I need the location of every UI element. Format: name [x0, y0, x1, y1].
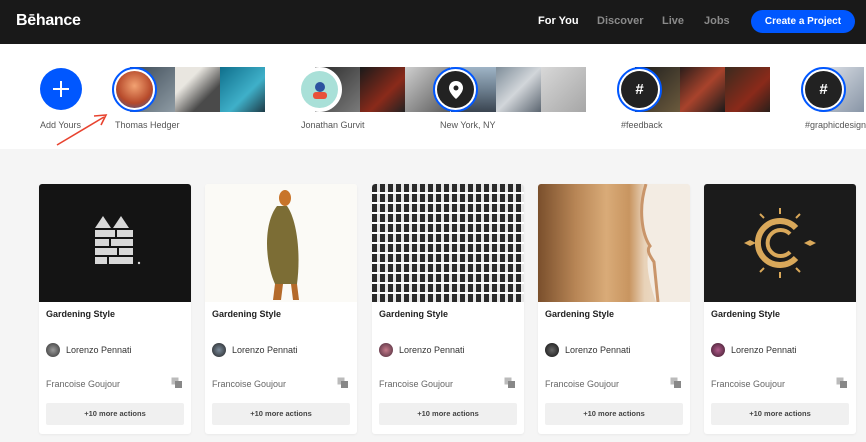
co-owner-name[interactable]: Francoise Goujour	[212, 379, 286, 389]
story-label: Jonathan Gurvit	[301, 120, 365, 130]
stories-strip: Add Yours Thomas Hedger Jonathan Gurvit …	[0, 44, 866, 149]
project-title[interactable]: Gardening Style	[711, 309, 780, 319]
co-owner-name[interactable]: Francoise Goujour	[711, 379, 785, 389]
owner-name[interactable]: Lorenzo Pennati	[232, 345, 298, 355]
copy-icon[interactable]	[504, 377, 516, 389]
project-cover-image[interactable]	[39, 184, 191, 302]
hashtag-icon: #	[621, 71, 658, 108]
nav-jobs[interactable]: Jobs	[704, 15, 730, 27]
behance-logo[interactable]: Bēhance	[16, 12, 81, 30]
avatar	[433, 67, 478, 112]
project-card[interactable]: Gardening Style Lorenzo Pennati Francois…	[205, 184, 357, 434]
owner-name[interactable]: Lorenzo Pennati	[66, 345, 132, 355]
project-cover-image[interactable]	[205, 184, 357, 302]
project-card[interactable]: Gardening Style Lorenzo Pennati Francois…	[704, 184, 856, 434]
plus-icon	[53, 81, 69, 97]
co-owner-name[interactable]: Francoise Goujour	[379, 379, 453, 389]
annotation-arrow-icon	[56, 114, 108, 146]
project-cover-image[interactable]	[538, 184, 690, 302]
project-card[interactable]: Gardening Style Lorenzo Pennati Francois…	[538, 184, 690, 434]
copy-icon[interactable]	[836, 377, 848, 389]
project-title[interactable]: Gardening Style	[379, 309, 448, 319]
more-actions-button[interactable]: +10 more actions	[711, 403, 849, 425]
story-label: #graphicdesign	[805, 120, 866, 130]
owner-name[interactable]: Lorenzo Pennati	[565, 345, 631, 355]
portrait-artwork	[640, 184, 690, 302]
copy-icon[interactable]	[337, 377, 349, 389]
user-avatar-icon	[312, 81, 327, 99]
owner-avatar[interactable]	[545, 343, 559, 357]
owner-avatar[interactable]	[46, 343, 60, 357]
nav-discover[interactable]: Discover	[597, 15, 643, 27]
gold-emblem-artwork	[744, 208, 816, 278]
project-card[interactable]: Gardening Style Lorenzo Pennati Francois…	[39, 184, 191, 434]
project-cover-image[interactable]	[704, 184, 856, 302]
owner-name[interactable]: Lorenzo Pennati	[731, 345, 797, 355]
co-owner-name[interactable]: Francoise Goujour	[545, 379, 619, 389]
avatar	[112, 67, 157, 112]
project-cover-image[interactable]	[372, 184, 524, 302]
hashtag-icon: #	[805, 71, 842, 108]
more-actions-button[interactable]: +10 more actions	[46, 403, 184, 425]
owner-avatar[interactable]	[711, 343, 725, 357]
create-project-button[interactable]: Create a Project	[751, 10, 855, 33]
owner-name[interactable]: Lorenzo Pennati	[399, 345, 465, 355]
more-actions-button[interactable]: +10 more actions	[379, 403, 517, 425]
logo-artwork	[95, 216, 141, 265]
story-label: Thomas Hedger	[115, 120, 180, 130]
co-owner-name[interactable]: Francoise Goujour	[46, 379, 120, 389]
nav-live[interactable]: Live	[662, 15, 684, 27]
copy-icon[interactable]	[171, 377, 183, 389]
figure-artwork	[267, 190, 299, 300]
top-navigation-bar: Bēhance For You Discover Live Jobs Creat…	[0, 0, 866, 44]
avatar: #	[617, 67, 662, 112]
location-pin-icon	[448, 80, 463, 99]
avatar: #	[801, 67, 846, 112]
project-card[interactable]: Gardening Style Lorenzo Pennati Francois…	[372, 184, 524, 434]
story-label: #feedback	[621, 120, 663, 130]
owner-avatar[interactable]	[379, 343, 393, 357]
project-title[interactable]: Gardening Style	[212, 309, 281, 319]
project-title[interactable]: Gardening Style	[545, 309, 614, 319]
story-label: New York, NY	[440, 120, 496, 130]
add-story-button[interactable]	[40, 68, 82, 110]
copy-icon[interactable]	[670, 377, 682, 389]
nav-for-you[interactable]: For You	[538, 15, 579, 27]
more-actions-button[interactable]: +10 more actions	[212, 403, 350, 425]
avatar	[297, 67, 342, 112]
project-title[interactable]: Gardening Style	[46, 309, 115, 319]
owner-avatar[interactable]	[212, 343, 226, 357]
more-actions-button[interactable]: +10 more actions	[545, 403, 683, 425]
